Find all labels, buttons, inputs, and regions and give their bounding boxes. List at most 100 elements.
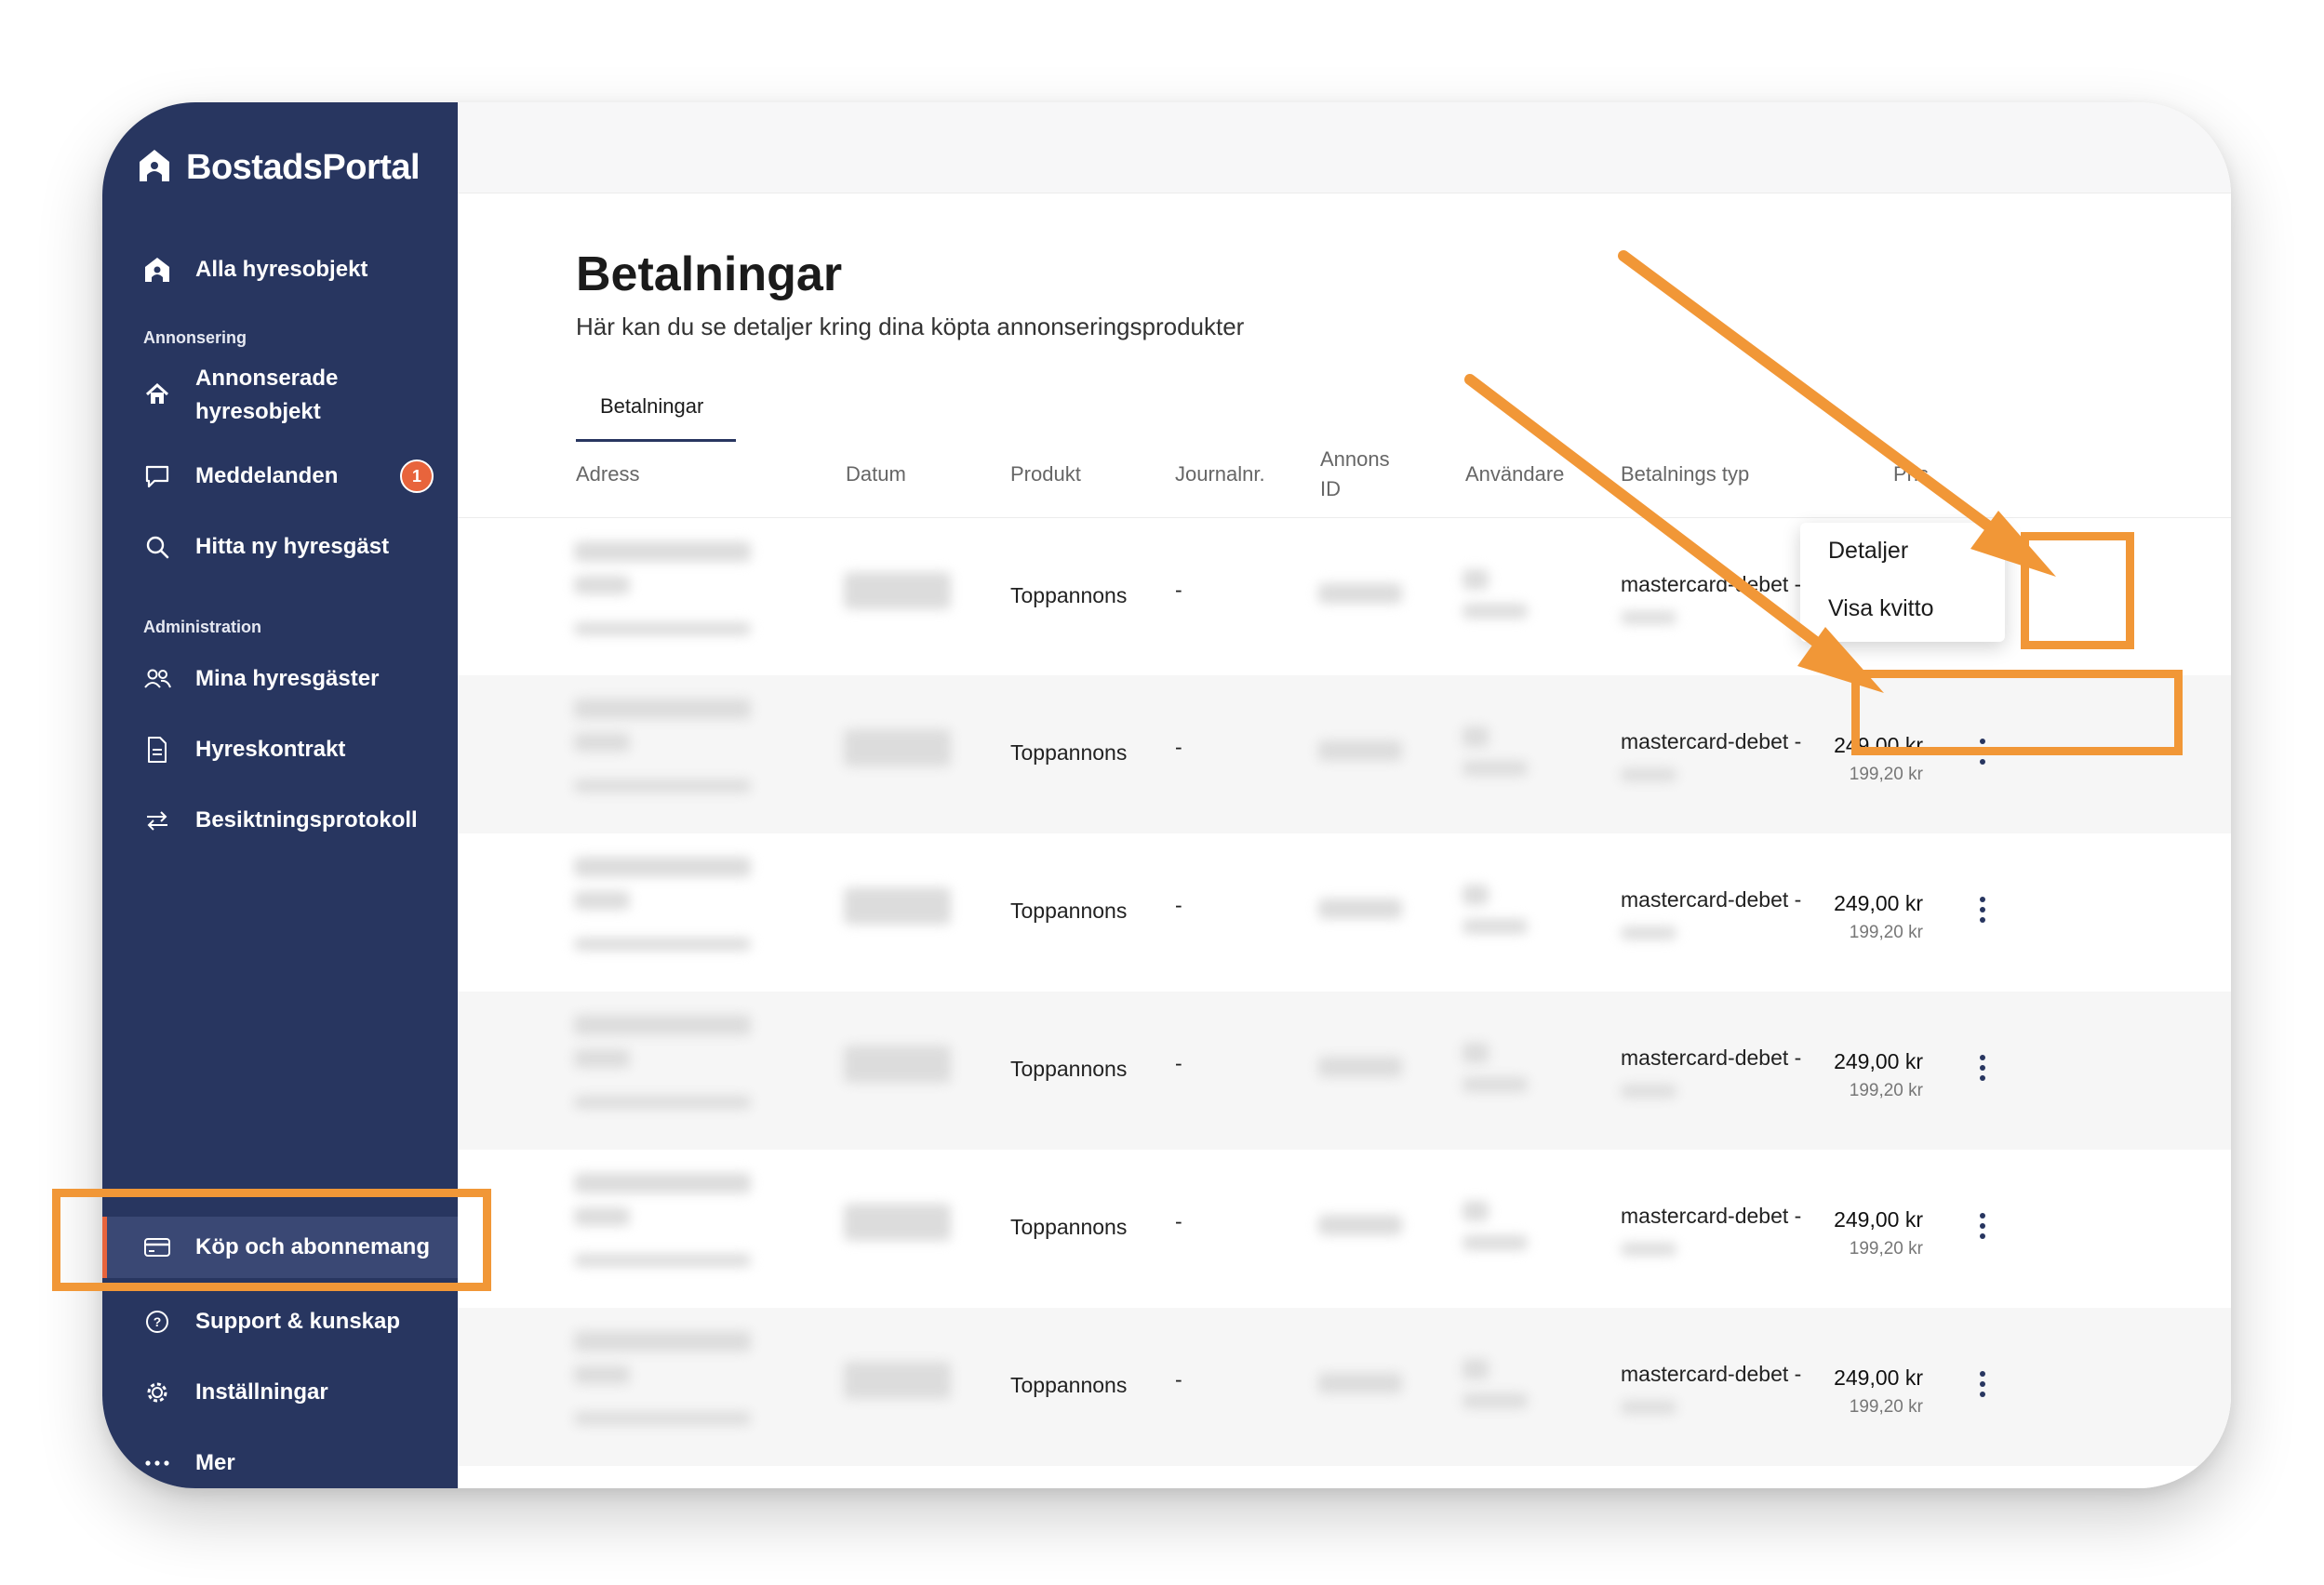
svg-text:?: ?: [154, 1314, 162, 1329]
sidebar-item-annonserade-hyresobjekt[interactable]: Annonserade hyresobjekt: [102, 358, 458, 433]
blurred-card: [1621, 768, 1676, 781]
table-row[interactable]: Toppannons - mastercard-debet - 249,00 k…: [458, 992, 2231, 1150]
sidebar-item-mina-hyresgaster[interactable]: Mina hyresgäster: [102, 653, 458, 705]
document-icon: [141, 734, 173, 766]
blurred-ad-id: [1318, 1215, 1402, 1235]
sidebar-item-label: Mer: [195, 1450, 235, 1475]
table-row[interactable]: Toppannons - mastercard-debet - 249,00 k…: [458, 833, 2231, 992]
blurred-card: [1621, 611, 1676, 624]
sidebar-item-support-kunskap[interactable]: ? Support & kunskap: [102, 1296, 458, 1348]
blurred-user: [1463, 1043, 1489, 1063]
menu-item-visa-kvitto[interactable]: Visa kvitto: [1828, 595, 1933, 622]
sidebar-item-besiktningsprotokoll[interactable]: Besiktningsprotokoll: [102, 794, 458, 846]
sidebar-item-label: Hitta ny hyresgäst: [195, 534, 390, 559]
sidebar-item-label: Meddelanden: [195, 463, 339, 488]
page-title: Betalningar: [576, 247, 843, 301]
more-dots-icon: [141, 1447, 173, 1479]
product-cell: Toppannons: [1010, 899, 1128, 923]
column-header-produkt[interactable]: Produkt: [1010, 460, 1081, 489]
sidebar-item-label: Inställningar: [195, 1379, 328, 1405]
sidebar-item-hitta-ny-hyresgast[interactable]: Hitta ny hyresgäst: [102, 521, 458, 573]
blurred-user: [1463, 919, 1528, 934]
product-cell: Toppannons: [1010, 1215, 1128, 1239]
blurred-user: [1463, 1235, 1528, 1250]
column-header-journalnr[interactable]: Journalnr.: [1175, 460, 1265, 489]
row-menu-kebab-icon[interactable]: [1964, 891, 2001, 928]
sidebar-item-label: Mina hyresgäster: [195, 666, 380, 691]
product-cell: Toppannons: [1010, 1373, 1128, 1397]
highlight-box-visa-kvitto: [1851, 670, 2183, 755]
price-net-cell: 199,20 kr: [1849, 1239, 1923, 1259]
blurred-address: [574, 1412, 751, 1425]
sidebar-item-label-line1: Annonserade: [195, 366, 339, 391]
row-menu-kebab-icon[interactable]: [1964, 1207, 2001, 1245]
product-cell: Toppannons: [1010, 740, 1128, 765]
tab-betalningar[interactable]: Betalningar: [576, 385, 736, 442]
top-bar: [458, 102, 2231, 193]
users-icon: [141, 663, 173, 695]
brand-logo[interactable]: BostadsPortal: [136, 147, 421, 189]
blurred-user: [1463, 1077, 1528, 1092]
blurred-user: [1463, 1359, 1489, 1379]
price-net-cell: 199,20 kr: [1849, 1081, 1923, 1100]
price-cell: 249,00 kr: [1834, 1049, 1923, 1073]
row-menu-kebab-icon[interactable]: [1964, 1049, 2001, 1086]
blurred-address: [574, 1015, 751, 1035]
tab-label: Betalningar: [600, 394, 704, 418]
unread-badge: 1: [400, 460, 434, 493]
blurred-user: [1463, 569, 1489, 590]
column-header-adress[interactable]: Adress: [576, 460, 639, 489]
row-action-menu: Detaljer Visa kvitto: [1800, 523, 2005, 642]
journal-cell: -: [1175, 1367, 1182, 1392]
price-cell: 249,00 kr: [1834, 891, 1923, 915]
sidebar-item-installningar[interactable]: Inställningar: [102, 1366, 458, 1419]
blurred-ad-id: [1318, 583, 1402, 604]
menu-item-detaljer[interactable]: Detaljer: [1828, 538, 1908, 565]
blurred-address: [574, 699, 751, 719]
column-header-betalnings-typ[interactable]: Betalnings typ: [1621, 460, 1749, 489]
main-content: Betalningar Här kan du se detaljer kring…: [458, 102, 2231, 1488]
blurred-address: [574, 733, 630, 752]
blurred-address: [574, 1365, 630, 1384]
price-net-cell: 199,20 kr: [1849, 923, 1923, 942]
sidebar-item-label: Hyreskontrakt: [195, 737, 346, 762]
price-cell: 249,00 kr: [1834, 1365, 1923, 1390]
column-header-anvandare[interactable]: Användare: [1465, 460, 1564, 489]
blurred-ad-id: [1318, 899, 1402, 919]
house-icon: [141, 379, 173, 410]
blurred-address: [574, 1049, 630, 1068]
sidebar-item-meddelanden[interactable]: Meddelanden 1: [102, 450, 458, 502]
blurred-date: [844, 887, 951, 925]
sidebar-item-mer[interactable]: Mer: [102, 1437, 458, 1488]
product-cell: Toppannons: [1010, 583, 1128, 607]
column-header-line: Annons: [1320, 447, 1390, 471]
blurred-ad-id: [1318, 740, 1402, 761]
blurred-date: [844, 729, 951, 766]
column-header-datum[interactable]: Datum: [846, 460, 906, 489]
blurred-card: [1621, 1401, 1676, 1414]
blurred-address: [574, 779, 751, 792]
blurred-user: [1463, 604, 1528, 619]
journal-cell: -: [1175, 1209, 1182, 1233]
blurred-address: [574, 1331, 751, 1352]
column-header-pris[interactable]: Pris: [1893, 460, 1929, 489]
blurred-address: [574, 891, 630, 910]
blurred-date: [844, 1046, 951, 1083]
table-row[interactable]: Toppannons - mastercard-debet - 249,00 k…: [458, 1150, 2231, 1308]
blurred-user: [1463, 1393, 1528, 1408]
sidebar-item-alla-hyresobjekt[interactable]: Alla hyresobjekt: [102, 244, 458, 296]
row-menu-kebab-icon[interactable]: [1964, 1365, 2001, 1403]
blurred-card: [1621, 1085, 1676, 1098]
chat-icon: [141, 460, 173, 492]
journal-cell: -: [1175, 735, 1182, 759]
table-row[interactable]: Toppannons - mastercard-debet - 249,00 k…: [458, 1308, 2231, 1466]
blurred-user: [1463, 726, 1489, 747]
sidebar-item-hyreskontrakt[interactable]: Hyreskontrakt: [102, 724, 458, 776]
blurred-date: [844, 572, 951, 609]
blurred-address: [574, 938, 751, 951]
journal-cell: -: [1175, 893, 1182, 917]
column-header-line: ID: [1320, 477, 1341, 500]
price-cell: 249,00 kr: [1834, 1207, 1923, 1232]
column-header-annons-id[interactable]: Annons ID: [1320, 445, 1390, 504]
highlight-box-kebab: [2021, 532, 2134, 649]
